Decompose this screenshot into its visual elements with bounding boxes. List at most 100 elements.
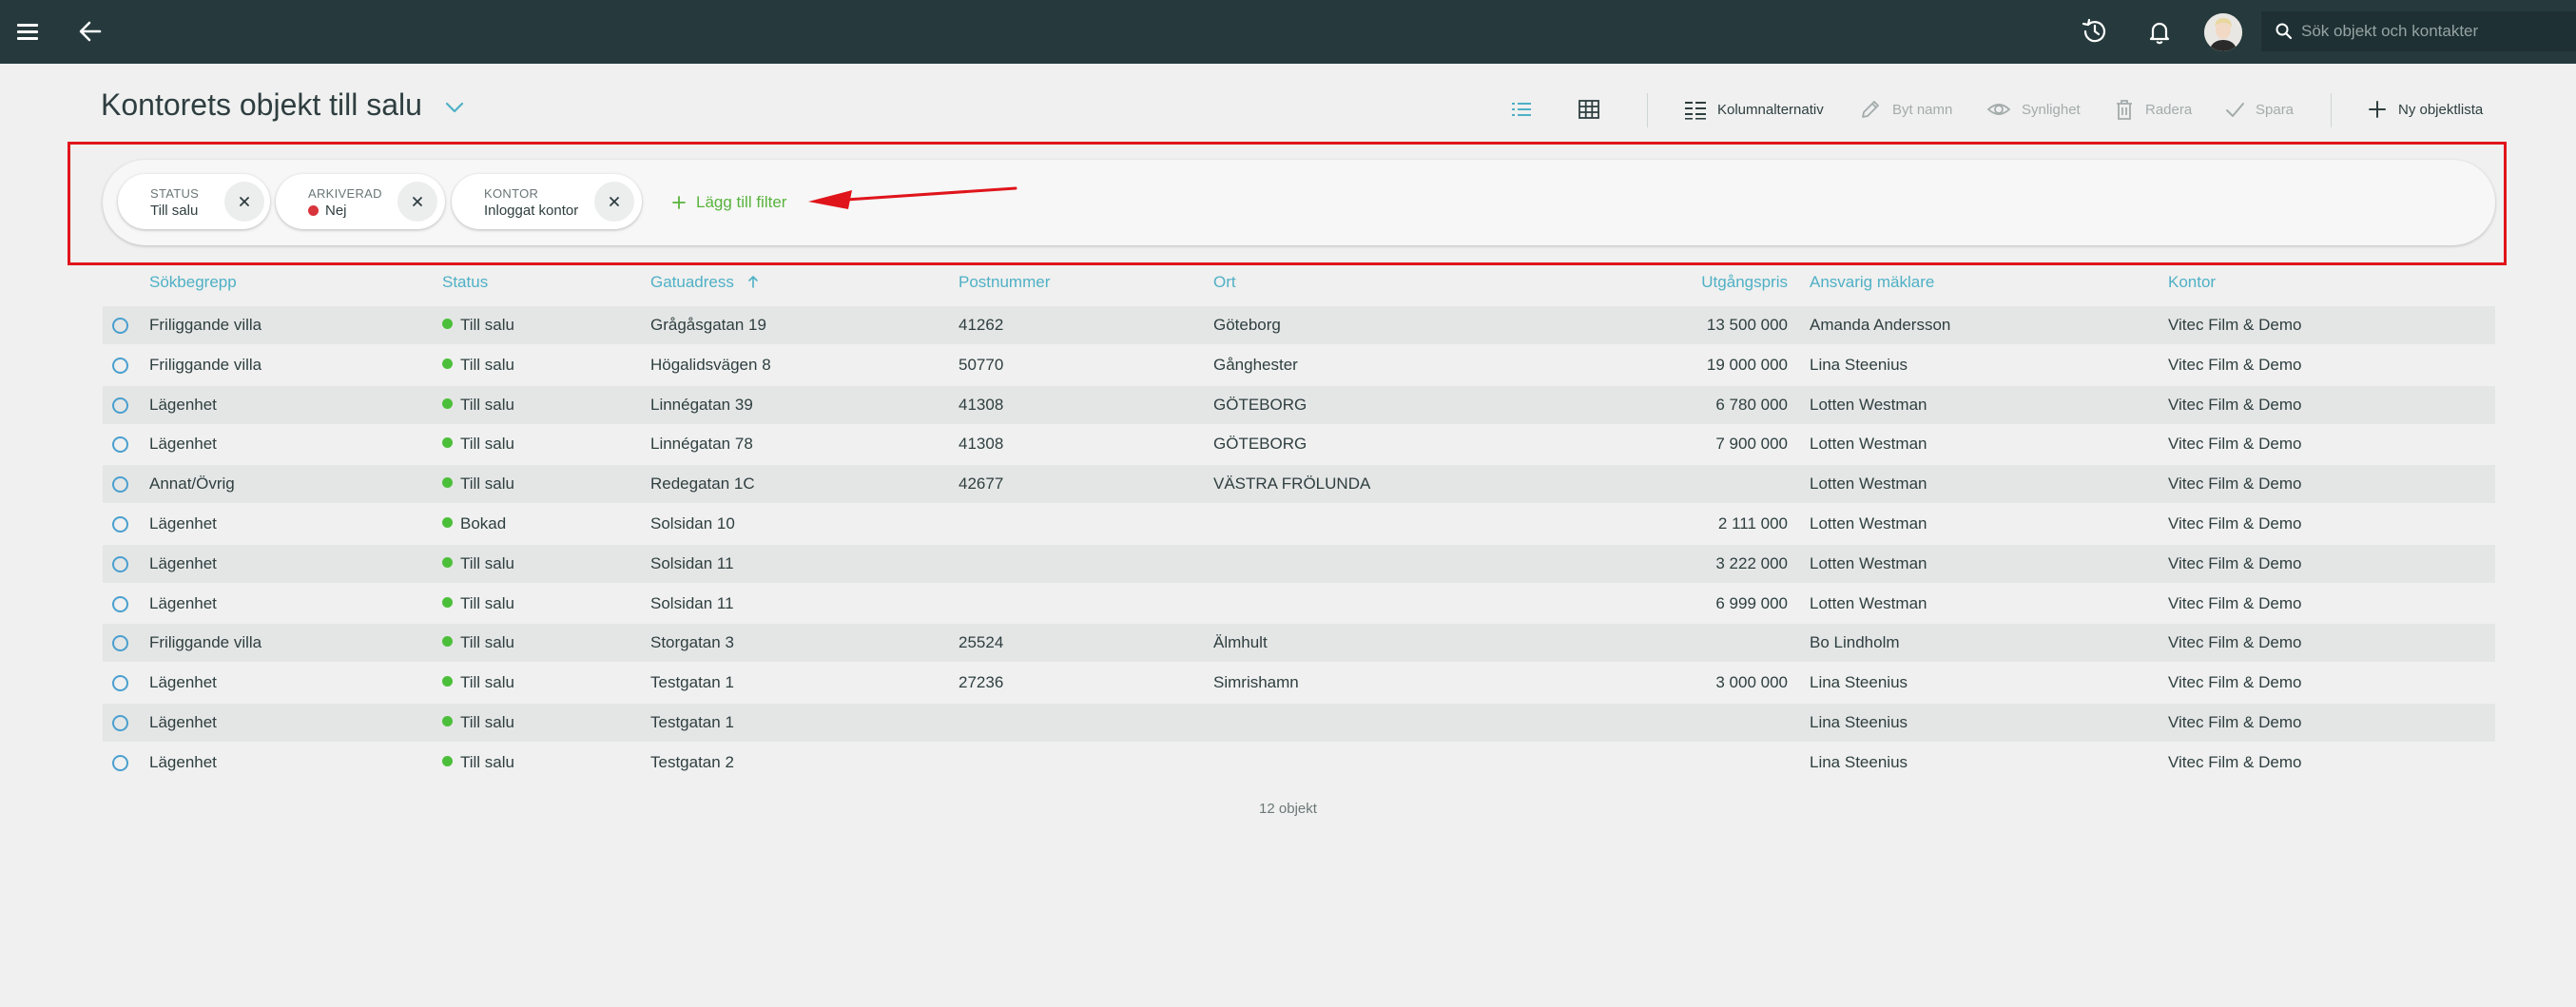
status-label: Till salu	[460, 395, 514, 414]
status-label: Till salu	[460, 633, 514, 652]
cell-office: Vitec Film & Demo	[2168, 593, 2302, 612]
cell-street-address: Linnégatan 78	[650, 435, 753, 454]
cell-office: Vitec Film & Demo	[2168, 514, 2302, 533]
column-header-office[interactable]: Kontor	[2168, 273, 2216, 292]
history-clock-icon[interactable]	[2079, 15, 2111, 48]
table-row[interactable]: Friliggande villa Till salu Grågåsgatan 19…	[103, 306, 2495, 344]
annotation-highlight-box	[68, 142, 2507, 265]
search-input[interactable]	[2301, 11, 2567, 51]
row-select-radio[interactable]	[112, 635, 128, 652]
cell-search-term: Friliggande villa	[149, 316, 262, 334]
list-view-icon[interactable]	[1508, 95, 1537, 124]
table-row[interactable]: Lägenhet Till salu Testgatan 1 Lina Steeniu…	[103, 704, 2495, 742]
grid-view-icon[interactable]	[1575, 95, 1603, 124]
row-select-radio[interactable]	[112, 595, 128, 612]
bell-icon[interactable]	[2143, 15, 2176, 48]
cell-street-address: Solsidan 11	[650, 593, 734, 612]
rename-button[interactable]: Byt namn	[1858, 95, 1952, 124]
visibility-button[interactable]: Synlighet	[1985, 95, 2081, 124]
table-row[interactable]: Lägenhet Till salu Linnégatan 39 41308 GÖTEB…	[103, 385, 2495, 424]
cell-search-term: Lägenhet	[149, 553, 217, 572]
annotation-arrow	[808, 186, 1017, 209]
cell-status: Till salu	[442, 316, 514, 335]
column-header-street-address[interactable]: Gatuadress	[650, 273, 760, 292]
column-options-button[interactable]: Kolumnalternativ	[1683, 95, 1824, 124]
row-select-radio[interactable]	[112, 754, 128, 771]
row-select-radio[interactable]	[112, 397, 128, 414]
cell-status: Till salu	[442, 554, 514, 573]
column-header-asking-price[interactable]: Utgångspris	[1617, 273, 1788, 292]
save-button[interactable]: Spara	[2223, 95, 2294, 124]
column-header-status[interactable]: Status	[442, 273, 488, 292]
column-header-responsible-agent[interactable]: Ansvarig mäklare	[1810, 273, 1934, 292]
cell-search-term: Friliggande villa	[149, 355, 262, 374]
row-select-radio[interactable]	[112, 357, 128, 374]
search-icon	[2276, 23, 2293, 40]
column-options-label: Kolumnalternativ	[1717, 101, 1824, 118]
plus-icon	[2369, 101, 2386, 118]
status-label: Till salu	[460, 713, 514, 731]
delete-button[interactable]: Radera	[2113, 95, 2192, 124]
cell-street-address: Linnégatan 39	[650, 395, 753, 414]
row-select-radio[interactable]	[112, 675, 128, 692]
table-row[interactable]: Lägenhet Bokad Solsidan 10 2 111 000 Lotten …	[103, 505, 2495, 543]
row-select-radio[interactable]	[112, 715, 128, 731]
table-row[interactable]: Lägenhet Till salu Linnégatan 78 41308 GÖTEB…	[103, 425, 2495, 463]
status-dot-icon	[442, 755, 453, 766]
status-label: Till salu	[460, 752, 514, 771]
status-label: Till salu	[460, 355, 514, 374]
toolbar-divider	[2331, 93, 2332, 127]
cell-search-term: Lägenhet	[149, 713, 217, 731]
cell-status: Till salu	[442, 753, 514, 772]
table-row[interactable]: Annat/Övrig Till salu Redegatan 1C 42677 VÄS…	[103, 465, 2495, 504]
cell-postal-code: 27236	[959, 673, 1004, 692]
delete-label: Radera	[2145, 101, 2193, 118]
visibility-label: Synlighet	[2022, 101, 2081, 118]
cell-status: Till salu	[442, 713, 514, 732]
row-select-radio[interactable]	[112, 555, 128, 572]
table-row[interactable]: Lägenhet Till salu Solsidan 11 3 222 000 Lot…	[103, 544, 2495, 583]
hamburger-menu-icon[interactable]	[13, 17, 42, 46]
cell-office: Vitec Film & Demo	[2168, 633, 2302, 652]
cell-street-address: Redegatan 1C	[650, 474, 755, 494]
cell-office: Vitec Film & Demo	[2168, 673, 2302, 692]
cell-responsible-agent: Lina Steenius	[1810, 355, 1908, 374]
cell-status: Till salu	[442, 673, 514, 692]
column-header-postal-code[interactable]: Postnummer	[959, 273, 1050, 292]
status-label: Till salu	[460, 553, 514, 572]
row-select-radio[interactable]	[112, 318, 128, 334]
cell-street-address: Grågåsgatan 19	[650, 316, 766, 334]
table-row[interactable]: Lägenhet Till salu Testgatan 1 27236 Simrish…	[103, 664, 2495, 702]
cell-street-address: Testgatan 1	[650, 673, 734, 692]
cell-status: Till salu	[442, 396, 514, 415]
row-select-radio[interactable]	[112, 476, 128, 494]
cell-status: Bokad	[442, 514, 506, 533]
cell-office: Vitec Film & Demo	[2168, 355, 2302, 374]
table-row[interactable]: Lägenhet Till salu Testgatan 2 Lina Steeniu…	[103, 744, 2495, 782]
status-dot-icon	[442, 596, 453, 608]
cell-city: GÖTEBORG	[1213, 435, 1307, 454]
row-select-radio[interactable]	[112, 516, 128, 533]
column-header-city[interactable]: Ort	[1213, 273, 1236, 292]
cell-office: Vitec Film & Demo	[2168, 553, 2302, 572]
table-row[interactable]: Friliggande villa Till salu Högalidsvägen …	[103, 346, 2495, 384]
cell-search-term: Lägenhet	[149, 673, 217, 692]
cell-search-term: Lägenhet	[149, 435, 217, 454]
column-header-search-term[interactable]: Sökbegrepp	[149, 273, 237, 292]
new-object-list-label: Ny objektlista	[2398, 101, 2484, 118]
cell-street-address: Testgatan 1	[650, 713, 734, 731]
cell-search-term: Friliggande villa	[149, 633, 262, 652]
arrow-left-icon[interactable]	[74, 15, 107, 48]
toolbar-divider	[1647, 93, 1648, 127]
user-avatar[interactable]	[2204, 13, 2242, 51]
chevron-down-icon[interactable]	[443, 98, 466, 117]
cell-status: Till salu	[442, 356, 514, 375]
new-object-list-button[interactable]: Ny objektlista	[2366, 95, 2483, 124]
row-select-radio[interactable]	[112, 436, 128, 454]
cell-postal-code: 42677	[959, 474, 1004, 494]
save-label: Spara	[2256, 101, 2295, 118]
status-dot-icon	[442, 716, 453, 726]
cell-city: GÖTEBORG	[1213, 395, 1307, 414]
table-row[interactable]: Friliggande villa Till salu Storgatan 3 255…	[103, 624, 2495, 663]
table-row[interactable]: Lägenhet Till salu Solsidan 11 6 999 000 Lot…	[103, 585, 2495, 623]
